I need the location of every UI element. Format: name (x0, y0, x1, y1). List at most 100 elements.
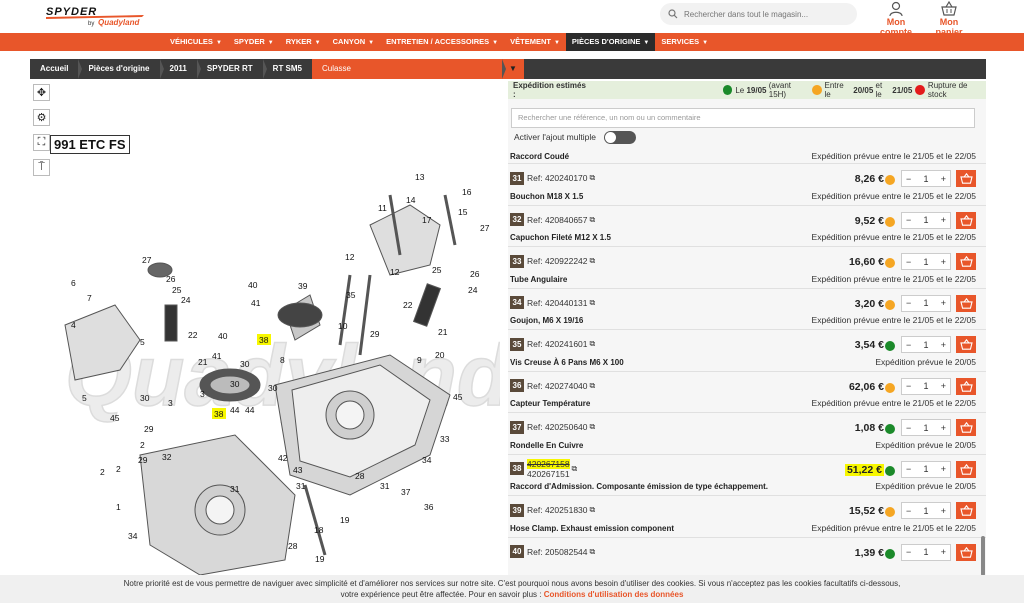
pin-icon: ⍑ (38, 161, 45, 173)
minus-button[interactable]: − (906, 215, 911, 225)
part-shipping: Expédition prévue le 20/05 (875, 439, 976, 450)
table-row: 33 Ref: 420922242 ⧉ 16,60 € − 1 + Tube A… (508, 247, 986, 289)
svg-text:39: 39 (298, 281, 308, 291)
svg-text:25: 25 (432, 265, 442, 275)
quantity-stepper[interactable]: − 1 + (901, 502, 951, 519)
add-to-cart-button[interactable] (956, 253, 976, 270)
nav-services[interactable]: SERVICES ▼ (655, 33, 714, 51)
nav-spyder[interactable]: SPYDER ▼ (228, 33, 280, 51)
cookie-terms-link[interactable]: Conditions d'utilisation des données (544, 590, 684, 599)
external-link-icon[interactable]: ⧉ (590, 215, 596, 225)
external-link-icon[interactable]: ⧉ (572, 464, 578, 474)
breadcrumb-version[interactable]: RT SM5 (263, 59, 317, 79)
plus-button[interactable]: + (941, 257, 946, 267)
plus-button[interactable]: + (941, 381, 946, 391)
cart-link[interactable]: Mon panier (926, 0, 972, 37)
breadcrumb-pieces[interactable]: Pièces d'origine (78, 59, 164, 79)
svg-text:19: 19 (340, 515, 350, 525)
site-search-input[interactable] (684, 9, 844, 19)
multi-add-toggle[interactable] (603, 130, 636, 144)
add-to-cart-button[interactable] (956, 211, 976, 229)
part-ref: Ref: 420840657 (527, 214, 588, 225)
svg-text:5: 5 (82, 393, 87, 403)
external-link-icon[interactable]: ⧉ (590, 505, 596, 515)
plus-button[interactable]: + (941, 464, 946, 474)
quantity-stepper[interactable]: − 1 + (901, 336, 951, 353)
settings-button[interactable]: ⚙ (33, 109, 50, 126)
add-to-cart-button[interactable] (956, 543, 976, 561)
minus-button[interactable]: − (906, 547, 911, 557)
basket-icon (959, 546, 973, 558)
minus-button[interactable]: − (906, 423, 911, 433)
part-name: Vis Creuse À 6 Pans M6 X 100 (510, 357, 624, 367)
svg-text:41: 41 (212, 351, 222, 361)
site-search[interactable] (660, 3, 857, 25)
add-to-cart-button[interactable] (956, 377, 976, 395)
brand-by: by (88, 21, 94, 27)
minus-button[interactable]: − (906, 464, 911, 474)
svg-text:37: 37 (401, 487, 411, 497)
plus-button[interactable]: + (941, 340, 946, 350)
parts-search-input[interactable]: Rechercher une référence, un nom ou un c… (511, 108, 975, 128)
shipping-legend: Expédition estimés : Le 19/05 (avant 15H… (508, 81, 986, 99)
spyder-quadyland-logo[interactable]: SPYDER by Quadyland (44, 4, 152, 28)
account-link[interactable]: Mon compte (870, 0, 922, 37)
nav-ryker[interactable]: RYKER ▼ (280, 33, 327, 51)
plus-button[interactable]: + (941, 215, 946, 225)
nav-canyon[interactable]: CANYON ▼ (327, 33, 380, 51)
parts-diagram[interactable]: Quadyland 13 16 14 11 17 15 27 12 12 25 … (60, 165, 500, 575)
external-link-icon[interactable]: ⧉ (590, 298, 596, 308)
quantity-stepper[interactable]: − 1 + (901, 543, 951, 561)
add-to-cart-button[interactable] (956, 502, 976, 519)
chevron-down-icon: ▼ (553, 40, 560, 46)
quantity-stepper[interactable]: − 1 + (901, 377, 951, 395)
part-name: Raccord d'Admission. Composante émission… (510, 482, 768, 491)
quantity-stepper[interactable]: − 1 + (901, 460, 951, 478)
quantity-stepper[interactable]: − 1 + (901, 419, 951, 436)
minus-button[interactable]: − (906, 298, 911, 308)
minus-button[interactable]: − (906, 340, 911, 350)
nav-vehicules[interactable]: VÉHICULES ▼ (164, 33, 228, 51)
external-link-icon[interactable]: ⧉ (590, 256, 596, 266)
search-icon (668, 9, 678, 19)
callout-38-highlight[interactable]: 38 (259, 335, 269, 345)
plus-button[interactable]: + (941, 506, 946, 516)
minus-button[interactable]: − (906, 257, 911, 267)
quantity-stepper[interactable]: − 1 + (901, 211, 951, 229)
plus-button[interactable]: + (941, 298, 946, 308)
add-to-cart-button[interactable] (956, 170, 976, 187)
nav-pieces-origine[interactable]: PIÈCES D'ORIGINE ▼ (565, 33, 656, 51)
quantity-stepper[interactable]: − 1 + (901, 170, 951, 187)
add-to-cart-button[interactable] (956, 294, 976, 312)
callout-38-highlight[interactable]: 38 (214, 409, 224, 419)
breadcrumb-accueil[interactable]: Accueil (30, 59, 83, 79)
breadcrumb-model[interactable]: SPYDER RT (197, 59, 267, 79)
external-link-icon[interactable]: ⧉ (590, 381, 596, 391)
external-link-icon[interactable]: ⧉ (590, 173, 596, 183)
plus-button[interactable]: + (941, 547, 946, 557)
plus-button[interactable]: + (941, 174, 946, 184)
pin-button[interactable]: ⍑ (33, 159, 50, 176)
quantity-stepper[interactable]: − 1 + (901, 294, 951, 312)
minus-button[interactable]: − (906, 174, 911, 184)
external-link-icon[interactable]: ⧉ (590, 547, 596, 557)
add-to-cart-button[interactable] (956, 336, 976, 353)
part-shipping: Expédition prévue entre le 21/05 et le 2… (811, 522, 976, 533)
add-to-cart-button[interactable] (956, 460, 976, 478)
scrollbar[interactable] (981, 536, 985, 576)
svg-text:21: 21 (198, 357, 208, 367)
fullscreen-button[interactable]: ⛶ (33, 134, 50, 151)
external-link-icon[interactable]: ⧉ (590, 339, 596, 349)
pan-tool-button[interactable]: ✥ (33, 84, 50, 101)
quantity-stepper[interactable]: − 1 + (901, 253, 951, 270)
breadcrumb-year[interactable]: 2011 (160, 59, 202, 79)
nav-entretien[interactable]: ENTRETIEN / ACCESSOIRES ▼ (380, 33, 504, 51)
minus-button[interactable]: − (906, 381, 911, 391)
table-row: 31 Ref: 420240170 ⧉ 8,26 € − 1 + Bouchon… (508, 164, 986, 206)
plus-button[interactable]: + (941, 423, 946, 433)
nav-vetement[interactable]: VÊTEMENT ▼ (504, 33, 566, 51)
add-to-cart-button[interactable] (956, 419, 976, 436)
orange-dot-icon (885, 299, 895, 310)
external-link-icon[interactable]: ⧉ (590, 422, 596, 432)
minus-button[interactable]: − (906, 506, 911, 516)
